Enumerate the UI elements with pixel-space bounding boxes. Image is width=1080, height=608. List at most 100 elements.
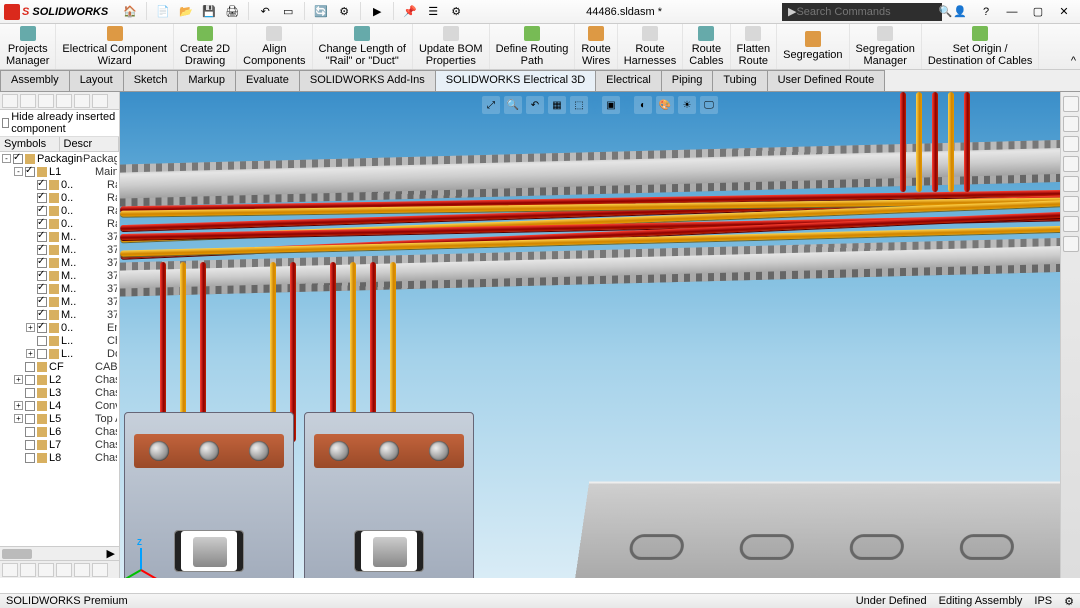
tree-row[interactable]: M..37.1 x 72.4 [0,243,119,256]
hide-show-icon[interactable]: ◐ [634,96,652,114]
dock-library-icon[interactable] [1063,136,1079,152]
dock-home-icon[interactable] [1063,96,1079,112]
tree-row[interactable]: L..Chassis [0,334,119,347]
expand-icon[interactable]: + [26,349,35,358]
view-orient-icon[interactable]: ⬚ [570,96,588,114]
tree-row[interactable]: M..37.1 x 72.4 [0,230,119,243]
ribbon-update-bom-properties[interactable]: Update BOMProperties [413,24,490,69]
visibility-checkbox[interactable] [25,362,35,372]
tree-row[interactable]: 0..Rail [0,217,119,230]
new-icon[interactable]: 📄 [153,2,173,22]
minimize-button[interactable]: — [1000,3,1024,21]
ribbon-route-wires[interactable]: RouteWires [575,24,617,69]
tree-row[interactable]: -Packaging L..Packaging [0,152,119,165]
visibility-checkbox[interactable] [25,167,35,177]
tab-markup[interactable]: Markup [177,70,236,91]
dock-resources-icon[interactable] [1063,116,1079,132]
tree-row[interactable]: 0..Rail [0,204,119,217]
tree-row[interactable]: M..37.1 x 72.4 [0,295,119,308]
status-units[interactable]: IPS [1034,595,1052,608]
print-icon[interactable]: 🖨 [222,2,242,22]
visibility-checkbox[interactable] [25,440,35,450]
section-icon[interactable]: ▦ [548,96,566,114]
display-style-icon[interactable]: ▣ [602,96,620,114]
zoom-fit-icon[interactable]: ⤢ [482,96,500,114]
ribbon-segregation[interactable]: Segregation [777,24,849,69]
ribbon-route-harnesses[interactable]: RouteHarnesses [618,24,684,69]
visibility-checkbox[interactable] [37,206,47,216]
zoom-area-icon[interactable]: 🔍 [504,96,522,114]
tree-tool-2[interactable] [20,94,36,108]
tab-layout[interactable]: Layout [69,70,124,91]
close-button[interactable]: ✕ [1052,3,1076,21]
tab-evaluate[interactable]: Evaluate [235,70,300,91]
view-settings-icon[interactable]: 🖵 [700,96,718,114]
visibility-checkbox[interactable] [25,453,35,463]
select-icon[interactable]: ▭ [278,2,298,22]
visibility-checkbox[interactable] [37,349,47,359]
options-icon[interactable]: ⚙ [334,2,354,22]
ribbon-segregation-manager[interactable]: SegregationManager [850,24,922,69]
expand-icon[interactable]: - [14,167,23,176]
tree-row[interactable]: L3Chassis [0,386,119,399]
tree-row[interactable]: +0..Enclosure [0,321,119,334]
tab-sketch[interactable]: Sketch [123,70,179,91]
expand-icon[interactable]: + [26,323,35,332]
visibility-checkbox[interactable] [37,219,47,229]
tree-tool-5[interactable] [74,94,90,108]
ribbon-route-cables[interactable]: RouteCables [683,24,730,69]
bt-5[interactable] [74,563,90,577]
tree-row[interactable]: M..37.1 x 72.4 [0,282,119,295]
pin-icon[interactable]: 📌 [400,2,420,22]
tab-assembly[interactable]: Assembly [0,70,70,91]
tree-row[interactable]: L6Chassis [0,425,119,438]
dock-props-icon[interactable] [1063,216,1079,232]
bt-3[interactable] [38,563,54,577]
tree-row[interactable]: +L5Top Assem [0,412,119,425]
save-icon[interactable]: 💾 [199,2,219,22]
tree-tool-3[interactable] [38,94,54,108]
ribbon-define-routing-path[interactable]: Define RoutingPath [490,24,576,69]
dock-forum-icon[interactable] [1063,236,1079,252]
scroll-thumb[interactable] [2,549,32,559]
dock-view-icon[interactable] [1063,176,1079,192]
ribbon-align-components[interactable]: AlignComponents [237,24,312,69]
dock-appearances-icon[interactable] [1063,196,1079,212]
tree-row[interactable]: 0..Rail [0,178,119,191]
tree-row[interactable]: L8Chassis [0,451,119,464]
visibility-checkbox[interactable] [25,427,35,437]
tree-row[interactable]: M..37.1 x 72.4 [0,256,119,269]
dock-explorer-icon[interactable] [1063,156,1079,172]
tree-body[interactable]: -Packaging L..Packaging-L1Main Elect0..R… [0,152,119,546]
visibility-checkbox[interactable] [37,180,47,190]
visibility-checkbox[interactable] [25,414,35,424]
ribbon-projects-manager[interactable]: ProjectsManager [0,24,56,69]
tree-tool-4[interactable] [56,94,72,108]
list-icon[interactable]: ☰ [423,2,443,22]
tree-tool-6[interactable] [92,94,108,108]
tree-row[interactable]: -L1Main Elect [0,165,119,178]
hide-inserted-row[interactable]: Hide already inserted component [0,110,119,137]
help-icon[interactable]: ? [974,3,998,21]
scene-icon[interactable]: 🎨 [656,96,674,114]
visibility-checkbox[interactable] [37,323,47,333]
visibility-checkbox[interactable] [37,310,47,320]
ribbon-collapse-icon[interactable]: ^ [1071,55,1076,67]
tree-row[interactable]: M..37.1 x 72.4 [0,308,119,321]
search-commands[interactable]: ▶ 🔍 [782,3,942,21]
tree-row[interactable]: L7Chassis [0,438,119,451]
cursor-icon[interactable]: ▶ [367,2,387,22]
prev-view-icon[interactable]: ↶ [526,96,544,114]
tab-electrical[interactable]: Electrical [595,70,662,91]
ribbon-flatten-route[interactable]: FlattenRoute [731,24,778,69]
visibility-checkbox[interactable] [13,154,23,164]
bt-6[interactable] [92,563,108,577]
undo-icon[interactable]: ↶ [255,2,275,22]
bt-1[interactable] [2,563,18,577]
expand-icon[interactable]: - [2,154,11,163]
ribbon-change-length-of-rail-or-duct-[interactable]: Change Length of"Rail" or "Duct" [313,24,413,69]
visibility-checkbox[interactable] [37,297,47,307]
home-icon[interactable]: 🏠 [120,2,140,22]
tree-row[interactable]: +L4Conveyors [0,399,119,412]
bt-2[interactable] [20,563,36,577]
